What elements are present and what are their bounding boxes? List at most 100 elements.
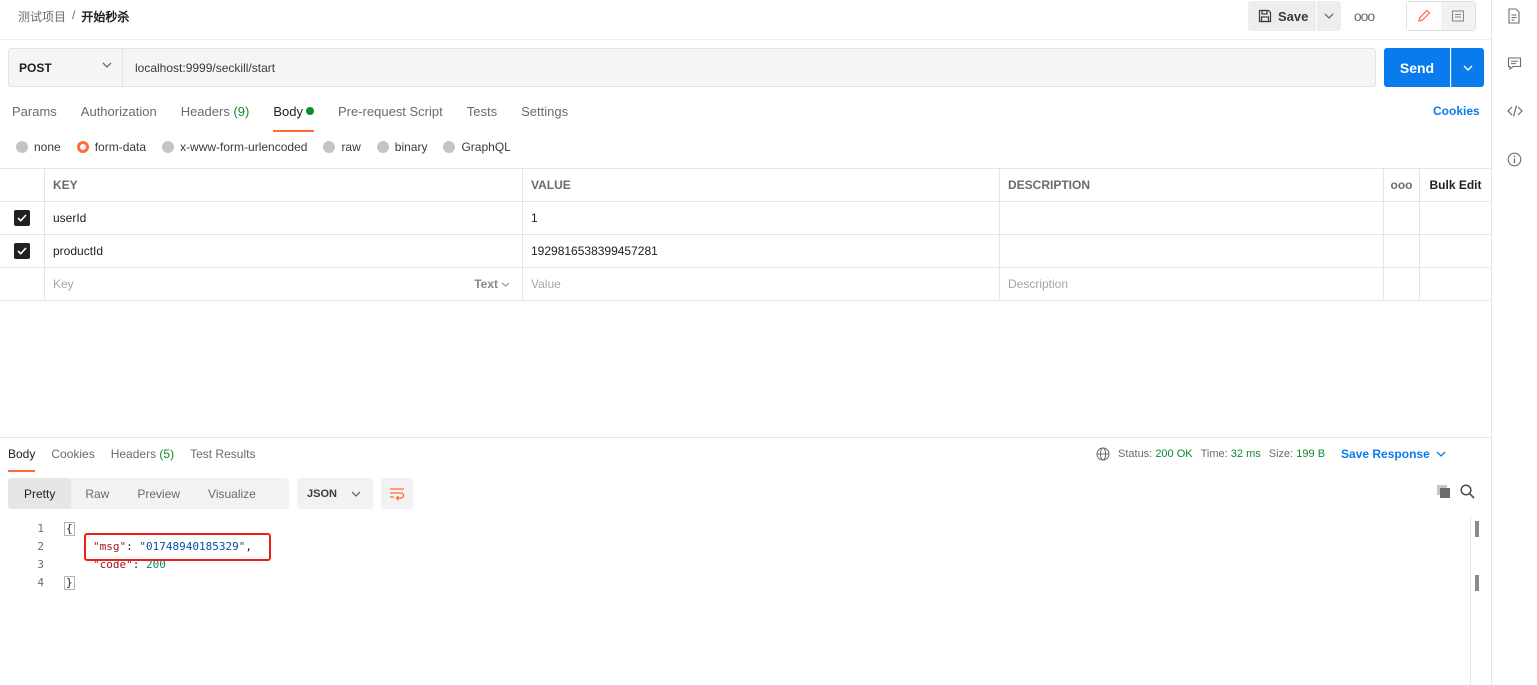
radio-button[interactable] <box>16 141 28 153</box>
view-pretty-button[interactable]: Pretty <box>8 478 72 509</box>
new-value-input[interactable]: Value <box>523 268 1000 300</box>
chevron-down-icon <box>501 282 510 287</box>
format-select[interactable]: JSON <box>297 478 373 509</box>
edit-mode-button[interactable] <box>1407 2 1441 30</box>
row-checkbox[interactable] <box>14 210 30 226</box>
row-description-cell[interactable] <box>1000 235 1384 267</box>
code-scroll-track <box>1470 516 1471 685</box>
response-tab-cookies[interactable]: Cookies <box>51 447 94 472</box>
response-tab-body[interactable]: Body <box>8 447 36 472</box>
documentation-icon[interactable] <box>1507 8 1523 24</box>
radio-button[interactable] <box>376 141 389 153</box>
form-data-table: KEY VALUE DESCRIPTION ooo Bulk Edit user… <box>0 168 1491 301</box>
radio-button[interactable] <box>323 141 336 153</box>
new-key-input[interactable]: Key Text <box>45 268 523 300</box>
search-icon[interactable] <box>1460 484 1475 502</box>
column-header-description: DESCRIPTION <box>1000 169 1384 201</box>
right-sidebar <box>1491 0 1537 685</box>
globe-icon[interactable] <box>1096 447 1110 461</box>
chevron-down-icon <box>1324 13 1334 19</box>
method-select[interactable]: POST <box>8 48 123 87</box>
copy-icon[interactable] <box>1436 484 1451 502</box>
row-value-cell[interactable]: 1 <box>523 202 1000 234</box>
check-icon <box>17 247 27 255</box>
request-tabs: Params Authorization Headers (9) Body Pr… <box>12 103 568 132</box>
comments-icon[interactable] <box>1507 56 1523 72</box>
annotation-highlight-box <box>84 533 271 561</box>
main-panel: 测试项目 / 开始秒杀 Save ooo POST localhost:9999… <box>0 0 1491 685</box>
response-tab-test-results[interactable]: Test Results <box>190 447 255 472</box>
tab-authorization[interactable]: Authorization <box>81 103 157 131</box>
tab-params[interactable]: Params <box>12 103 57 131</box>
chevron-down-icon <box>1436 451 1446 457</box>
info-icon[interactable] <box>1507 152 1523 168</box>
url-input[interactable]: localhost:9999/seckill/start <box>123 48 1376 87</box>
table-row: userId 1 <box>0 202 1491 235</box>
wrap-lines-icon <box>390 487 405 500</box>
pencil-icon <box>1418 9 1431 22</box>
method-value: POST <box>19 60 52 75</box>
radio-button[interactable] <box>162 141 175 153</box>
code-snippet-icon[interactable] <box>1507 104 1523 120</box>
tab-headers[interactable]: Headers (9) <box>181 103 250 131</box>
view-raw-button[interactable]: Raw <box>71 478 123 509</box>
tab-tests[interactable]: Tests <box>467 103 497 131</box>
body-indicator-dot <box>305 107 314 115</box>
table-row: productId 1929816538399457281 <box>0 235 1491 268</box>
time-value: 32 ms <box>1230 448 1261 460</box>
request-header: 测试项目 / 开始秒杀 Save ooo <box>0 0 1491 40</box>
row-key-cell[interactable]: productId <box>45 235 523 267</box>
row-checkbox[interactable] <box>14 243 30 259</box>
more-actions-button[interactable]: ooo <box>1350 4 1378 28</box>
response-tabs: Body Cookies Headers (5) Test Results <box>8 447 255 472</box>
size-label: Size: 199 B <box>1268 448 1326 460</box>
tab-body[interactable]: Body <box>273 103 314 132</box>
column-options-button[interactable]: ooo <box>1384 169 1420 201</box>
size-value: 199 B <box>1296 448 1326 460</box>
row-key-cell[interactable]: userId <box>45 202 523 234</box>
response-meta: Status: 200 OK Time: 32 ms Size: 199 B S… <box>1096 447 1446 461</box>
radio-button[interactable] <box>443 141 456 153</box>
time-label: Time: 32 ms <box>1200 448 1261 460</box>
send-options-button[interactable] <box>1451 48 1484 87</box>
status-label: Status: 200 OK <box>1118 448 1193 460</box>
body-type-raw[interactable]: raw <box>323 140 361 154</box>
body-type-urlencoded[interactable]: x-www-form-urlencoded <box>162 140 307 154</box>
save-response-button[interactable]: Save Response <box>1341 447 1446 461</box>
check-icon <box>17 214 27 222</box>
key-type-select[interactable]: Text <box>474 277 510 291</box>
view-visualize-button[interactable]: Visualize <box>194 478 270 509</box>
tab-settings[interactable]: Settings <box>521 103 568 131</box>
response-tab-headers[interactable]: Headers (5) <box>111 447 174 472</box>
body-type-graphql[interactable]: GraphQL <box>443 140 511 154</box>
breadcrumb-request[interactable]: 开始秒杀 <box>81 8 129 25</box>
view-preview-button[interactable]: Preview <box>123 478 194 509</box>
tab-pre-request-script[interactable]: Pre-request Script <box>338 103 443 131</box>
response-bar: Body Cookies Headers (5) Test Results St… <box>0 437 1491 472</box>
docs-mode-button[interactable] <box>1441 2 1475 30</box>
save-button[interactable]: Save <box>1248 1 1316 31</box>
radio-button-selected[interactable] <box>76 141 89 153</box>
body-type-none[interactable]: none <box>16 140 61 154</box>
row-value-cell[interactable]: 1929816538399457281 <box>523 235 1000 267</box>
body-type-binary[interactable]: binary <box>376 140 427 154</box>
view-mode-toggle <box>1406 1 1476 31</box>
breadcrumb-project[interactable]: 测试项目 <box>18 8 66 25</box>
new-description-input[interactable]: Description <box>1000 268 1384 300</box>
document-icon <box>1451 10 1465 22</box>
scrollbar-marker[interactable] <box>1475 521 1479 537</box>
bulk-edit-button[interactable]: Bulk Edit <box>1420 169 1491 201</box>
code-line: 4 } <box>37 576 75 590</box>
row-description-cell[interactable] <box>1000 202 1384 234</box>
open-brace: { <box>64 522 75 536</box>
send-button[interactable]: Send <box>1384 48 1450 87</box>
wrap-lines-button[interactable] <box>381 478 413 509</box>
save-icon <box>1258 9 1272 23</box>
column-header-value: VALUE <box>523 169 1000 201</box>
body-type-form-data[interactable]: form-data <box>76 140 146 154</box>
save-options-button[interactable] <box>1317 1 1341 31</box>
chevron-down-icon <box>351 491 361 497</box>
scrollbar-marker[interactable] <box>1475 575 1479 591</box>
chevron-down-icon <box>102 62 112 68</box>
cookies-link[interactable]: Cookies <box>1433 104 1480 118</box>
